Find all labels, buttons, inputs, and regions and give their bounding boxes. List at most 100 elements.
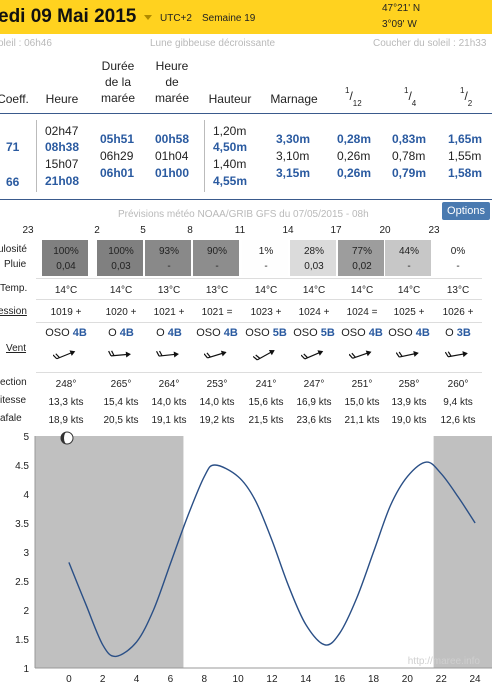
week-label: Semaine 19	[202, 13, 256, 24]
row-label-wind[interactable]: Vent	[6, 343, 26, 354]
wind-speed: 9,4 kts	[443, 397, 473, 408]
x-tick-label: 12	[266, 674, 278, 684]
date-title: edi 09 Mai 2015	[0, 6, 137, 27]
hour-label: 23	[428, 225, 440, 236]
col-heure-maree-line2: de	[165, 75, 179, 89]
row-label-pressure[interactable]: ession	[0, 306, 27, 317]
wind-direction: OSO	[341, 327, 369, 339]
wind-summary: O 4B	[145, 327, 193, 339]
wind-summary: O 4B	[97, 327, 145, 339]
col-heure-maree-line3: marée	[154, 91, 189, 105]
tide-height-low: 1,20m	[213, 124, 247, 138]
y-tick-label: 5	[23, 432, 29, 443]
y-tick-label: 4	[23, 490, 29, 501]
x-tick-label: 6	[168, 674, 174, 684]
tide-quarter: 0,83m	[392, 132, 427, 146]
x-tick-label: 4	[134, 674, 140, 684]
temperature-value: 13°C	[157, 285, 181, 296]
wind-arrow-icon	[301, 350, 324, 360]
temperature-value: 13°C	[205, 285, 229, 296]
tide-range: 3,30m	[276, 132, 311, 146]
wind-arrow-icon	[253, 349, 275, 361]
wind-gust: 23,6 kts	[296, 415, 332, 426]
wind-arrow-icon	[204, 350, 227, 359]
coefficient-value: 66	[6, 175, 20, 189]
wind-summary: OSO 5B	[290, 327, 338, 339]
x-tick-label: 0	[66, 674, 72, 684]
header-bar: edi 09 Mai 2015 UTC+2 Semaine 19 47°21' …	[0, 0, 492, 34]
y-tick-label: 3	[23, 548, 29, 559]
row-label-temp: Temp.	[0, 283, 28, 294]
col-demi-den: 2	[467, 99, 473, 109]
x-tick-label: 2	[100, 674, 106, 684]
wind-arrow-icon	[396, 351, 419, 358]
tide-half: 1,58m	[448, 166, 483, 180]
temperature-value: 14°C	[254, 285, 278, 296]
col-duree-line3: marée	[100, 91, 135, 105]
tide-height-low: 1,40m	[213, 157, 247, 171]
night-band	[35, 436, 184, 668]
rain-value: -	[456, 261, 460, 272]
forecast-title: Prévisions météo NOAA/GRIB GFS du 07/05/…	[118, 209, 369, 220]
wind-degrees: 241°	[255, 379, 277, 390]
watermark: http://maree.info	[408, 656, 481, 667]
col-heure: Heure	[45, 92, 79, 106]
wind-summary: OSO 4B	[338, 327, 386, 339]
y-tick-label: 3.5	[15, 519, 29, 530]
sunrise-text: oleil : 06h46	[0, 38, 52, 49]
col-quart: 1/4	[404, 86, 417, 109]
col-quart-num: 1	[404, 86, 409, 95]
x-tick-label: 14	[300, 674, 312, 684]
hour-label: 14	[282, 225, 294, 236]
wind-speed: 15,6 kts	[248, 397, 284, 408]
wind-force: 5B	[272, 327, 287, 339]
row-label-rain: Pluie	[4, 259, 27, 270]
row-label-cloud: ulosité	[0, 244, 27, 255]
row-label-direction: ection	[0, 377, 27, 388]
wind-force: 4B	[72, 327, 87, 339]
temperature-value: 14°C	[302, 285, 326, 296]
cloud-cover-value: 28%	[303, 246, 324, 257]
cloud-cover-value: 90%	[206, 246, 227, 257]
col-separator	[36, 120, 37, 192]
wind-speed: 14,0 kts	[199, 397, 235, 408]
col-separator	[204, 120, 205, 192]
tide-hour: 01h00	[155, 166, 190, 180]
wind-gust: 20,5 kts	[103, 415, 139, 426]
cloud-cover-value: 93%	[158, 246, 179, 257]
cloud-cover-value: 100%	[108, 246, 134, 257]
wind-direction: OSO	[45, 327, 73, 339]
tide-quarter: 0,78m	[392, 149, 426, 163]
x-tick-label: 20	[402, 674, 414, 684]
wind-direction: O	[108, 327, 120, 339]
cloud-cover-value: 44%	[398, 246, 419, 257]
options-button[interactable]: Options	[442, 202, 490, 220]
row-divider	[36, 372, 482, 373]
pressure-value: 1026 +	[442, 307, 474, 318]
wind-gust: 18,9 kts	[48, 415, 84, 426]
tide-height-high: 4,55m	[213, 174, 248, 188]
longitude: 3°09' W	[382, 19, 417, 30]
y-tick-label: 4.5	[15, 461, 29, 472]
wind-speed: 15,0 kts	[344, 397, 380, 408]
moon-phase-text: Lune gibbeuse décroissante	[150, 38, 276, 49]
y-tick-label: 2.5	[15, 577, 29, 588]
date-dropdown-icon[interactable]	[144, 15, 152, 20]
wind-force: 4B	[167, 327, 182, 339]
latitude: 47°21' N	[382, 3, 421, 14]
tide-time-low: 15h07	[45, 157, 79, 171]
tide-range: 3,10m	[276, 149, 310, 163]
tide-time-high: 21h08	[45, 174, 80, 188]
tide-hour: 01h04	[155, 149, 189, 163]
wind-degrees: 253°	[206, 379, 228, 390]
pressure-value: 1025 +	[393, 307, 425, 318]
wind-degrees: 265°	[110, 379, 132, 390]
tide-half: 1,65m	[448, 132, 483, 146]
wind-summary: OSO 5B	[242, 327, 290, 339]
wind-force: 4B	[223, 327, 238, 339]
hour-label: 5	[140, 225, 146, 236]
wind-gust: 19,1 kts	[151, 415, 187, 426]
col-quart-den: 4	[411, 99, 417, 109]
hour-label: 8	[187, 225, 193, 236]
col-duree: Durée de la marée	[94, 58, 142, 106]
